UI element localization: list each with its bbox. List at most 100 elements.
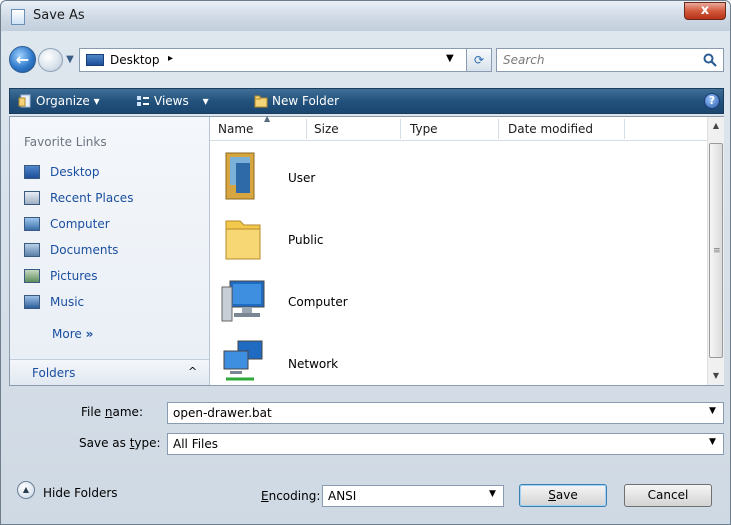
encoding-select[interactable]: ANSI ▼ bbox=[322, 485, 504, 507]
chevron-down-icon[interactable]: ▼ bbox=[709, 437, 716, 447]
column-header-size[interactable]: Size bbox=[314, 122, 339, 136]
recent-places-icon bbox=[24, 191, 40, 205]
favorite-link-label: Recent Places bbox=[50, 191, 134, 205]
favorite-link-documents[interactable]: Documents bbox=[24, 240, 118, 260]
back-button[interactable]: ← bbox=[9, 46, 36, 73]
address-dropdown-icon[interactable]: ▼ bbox=[446, 53, 454, 64]
column-divider[interactable] bbox=[498, 119, 499, 139]
vertical-scrollbar[interactable]: ▲ ≡ ▼ bbox=[707, 117, 724, 385]
file-item-public[interactable]: Public bbox=[210, 211, 707, 273]
recent-pages-dropdown[interactable]: ▼ bbox=[63, 50, 77, 70]
file-name: Computer bbox=[288, 295, 348, 309]
column-divider[interactable] bbox=[400, 119, 401, 139]
hide-folders-arrow-icon[interactable]: ▲ bbox=[17, 481, 35, 499]
user-folder-icon bbox=[225, 152, 255, 200]
search-input[interactable]: Search bbox=[496, 48, 724, 72]
folders-toggle[interactable]: Folders ^ bbox=[10, 359, 209, 385]
window-title: Save As bbox=[33, 8, 85, 23]
file-list: Name ▲ Size Type Date modified User Publ… bbox=[210, 114, 724, 385]
save-as-type-value: All Files bbox=[173, 437, 219, 451]
new-folder-icon bbox=[254, 95, 268, 108]
favorite-link-label: Documents bbox=[50, 243, 119, 257]
music-icon bbox=[24, 295, 40, 309]
title-bar: Save As x bbox=[1, 1, 730, 31]
organize-button[interactable]: Organize ▾ bbox=[18, 94, 100, 108]
search-placeholder: Search bbox=[503, 53, 545, 67]
navigation-pane: Favorite Links Desktop Recent Places Com… bbox=[10, 117, 210, 385]
documents-icon bbox=[24, 243, 40, 257]
cancel-button[interactable]: Cancel bbox=[624, 484, 712, 507]
chevron-down-icon[interactable]: ▼ bbox=[709, 406, 716, 416]
more-chevron-icon: » bbox=[85, 327, 94, 341]
views-button[interactable]: Views ▾ bbox=[136, 94, 209, 108]
column-divider[interactable] bbox=[306, 119, 307, 139]
computer-icon bbox=[24, 217, 40, 231]
organize-dropdown-icon: ▾ bbox=[93, 94, 100, 108]
computer-icon bbox=[221, 280, 265, 322]
command-bar: Organize ▾ Views ▾ New Folder ? bbox=[9, 88, 724, 114]
more-label: More bbox=[52, 327, 82, 341]
more-links[interactable]: More » bbox=[52, 327, 93, 341]
favorite-link-recent-places[interactable]: Recent Places bbox=[24, 188, 133, 208]
favorite-link-label: Music bbox=[50, 295, 85, 309]
file-name-label: File name: bbox=[81, 405, 143, 419]
favorite-link-computer[interactable]: Computer bbox=[24, 214, 110, 234]
folder-icon bbox=[225, 220, 261, 260]
scrollbar-thumb[interactable]: ≡ bbox=[709, 143, 723, 358]
favorite-link-label: Computer bbox=[50, 217, 110, 231]
scroll-up-arrow-icon[interactable]: ▲ bbox=[708, 117, 724, 134]
save-as-dialog: Save As x ← ▼ Desktop ▸ ▼ ⟳ Search Organ bbox=[0, 0, 731, 525]
views-icon bbox=[137, 96, 149, 106]
help-icon[interactable]: ? bbox=[704, 93, 720, 109]
save-as-type-label: Save as type: bbox=[79, 436, 161, 450]
address-bar[interactable]: Desktop ▸ ▼ bbox=[79, 48, 469, 72]
scroll-down-arrow-icon[interactable]: ▼ bbox=[708, 367, 724, 384]
navigation-bar: ← ▼ Desktop ▸ ▼ ⟳ Search bbox=[9, 46, 724, 74]
address-crumb-desktop[interactable]: Desktop bbox=[110, 53, 160, 67]
encoding-label: Encoding: bbox=[261, 489, 321, 503]
favorite-link-music[interactable]: Music bbox=[24, 292, 84, 312]
chevron-up-icon: ^ bbox=[188, 365, 198, 378]
encoding-value: ANSI bbox=[328, 489, 357, 503]
file-name: Public bbox=[288, 233, 324, 247]
views-dropdown-icon: ▾ bbox=[202, 94, 209, 108]
column-headers: Name ▲ Size Type Date modified bbox=[210, 114, 707, 141]
favorite-links-heading: Favorite Links bbox=[24, 135, 107, 149]
column-header-name[interactable]: Name bbox=[218, 122, 253, 136]
sort-ascending-icon: ▲ bbox=[264, 114, 271, 123]
file-item-computer[interactable]: Computer bbox=[210, 273, 707, 335]
file-name: Network bbox=[288, 357, 339, 371]
new-folder-button[interactable]: New Folder bbox=[254, 94, 339, 108]
desktop-icon bbox=[86, 54, 104, 66]
pictures-icon bbox=[24, 269, 40, 283]
favorite-link-label: Pictures bbox=[50, 269, 98, 283]
hide-folders-label[interactable]: Hide Folders bbox=[43, 486, 118, 500]
organize-icon bbox=[18, 94, 31, 108]
close-button[interactable]: x bbox=[684, 2, 726, 20]
save-as-type-select[interactable]: All Files ▼ bbox=[167, 433, 724, 455]
new-folder-label: New Folder bbox=[272, 94, 340, 108]
favorite-link-desktop[interactable]: Desktop bbox=[24, 162, 100, 182]
column-header-type[interactable]: Type bbox=[410, 122, 438, 136]
file-name: User bbox=[288, 171, 316, 185]
address-chevron-icon[interactable]: ▸ bbox=[168, 53, 173, 64]
views-label: Views bbox=[154, 94, 189, 108]
refresh-button[interactable]: ⟳ bbox=[466, 48, 492, 72]
search-icon[interactable] bbox=[702, 52, 718, 68]
network-icon bbox=[223, 340, 263, 381]
notepad-icon bbox=[11, 9, 25, 25]
chevron-down-icon[interactable]: ▼ bbox=[489, 489, 496, 499]
file-name-field[interactable]: open-drawer.bat ▼ bbox=[167, 402, 724, 424]
file-name-value: open-drawer.bat bbox=[173, 406, 272, 420]
save-button[interactable]: Save bbox=[519, 484, 607, 507]
column-divider[interactable] bbox=[624, 119, 625, 139]
grip-icon: ≡ bbox=[713, 246, 721, 256]
forward-button[interactable] bbox=[38, 48, 63, 72]
column-header-date-modified[interactable]: Date modified bbox=[508, 122, 593, 136]
favorite-link-pictures[interactable]: Pictures bbox=[24, 266, 98, 286]
desktop-icon bbox=[24, 165, 40, 179]
favorite-link-label: Desktop bbox=[50, 165, 100, 179]
organize-label: Organize bbox=[36, 94, 90, 108]
file-item-network[interactable]: Network bbox=[210, 335, 707, 397]
file-item-user[interactable]: User bbox=[210, 149, 707, 211]
